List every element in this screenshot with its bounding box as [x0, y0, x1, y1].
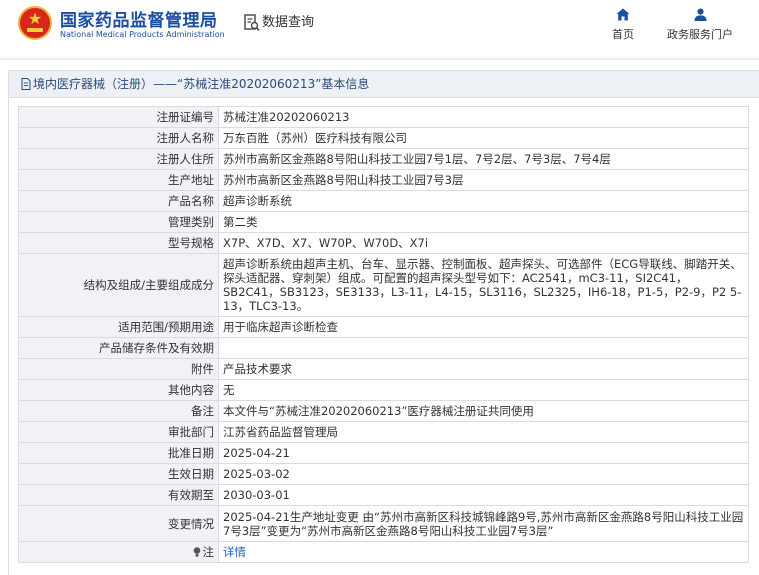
row-value: 本文件与“苏械注准20202060213”医疗器械注册证共同使用 [218, 400, 749, 422]
row-value: 2025-03-02 [218, 463, 749, 485]
bulb-icon [193, 547, 200, 557]
row-label: 注册人名称 [18, 127, 219, 149]
table-row: 审批部门 江苏省药品监督管理局 [18, 421, 749, 443]
table-row: 产品储存条件及有效期 [18, 337, 749, 359]
table-row: 注册人住所 苏州市高新区金燕路8号阳山科技工业园7号1层、7号2层、7号3层、7… [18, 148, 749, 170]
row-label: 型号规格 [18, 232, 219, 254]
site-header: 国家药品监督管理局 National Medical Products Admi… [0, 0, 759, 58]
row-label: 审批部门 [18, 421, 219, 443]
table-row: 备注 本文件与“苏械注准20202060213”医疗器械注册证共同使用 [18, 400, 749, 422]
row-value [218, 337, 749, 359]
row-label: 其他内容 [18, 379, 219, 401]
table-row: 结构及组成/主要组成成分 超声诊断系统由超声主机、台车、显示器、控制面板、超声探… [18, 253, 749, 317]
registration-info-table: 注册证编号 苏械注准20202060213 注册人名称 万东百胜（苏州）医疗科技… [18, 106, 749, 563]
table-row: 管理类别 第二类 [18, 211, 749, 233]
site-name-en: National Medical Products Administration [60, 30, 225, 39]
table-row: 其他内容 无 [18, 379, 749, 401]
user-icon [694, 8, 706, 21]
panel-title-bar: 境内医疗器械（注册）——“苏械注准20202060213”基本信息 [9, 71, 759, 98]
row-value: 2025-04-21 [218, 442, 749, 464]
data-search-label: 数据查询 [262, 15, 315, 30]
row-label: 生效日期 [18, 463, 219, 485]
row-value: 苏州市高新区金燕路8号阳山科技工业园7号3层 [218, 169, 749, 191]
table-row: 适用范围/预期用途 用于临床超声诊断检查 [18, 316, 749, 338]
row-label: 生产地址 [18, 169, 219, 191]
emblem-logo-icon [18, 6, 52, 40]
table-row: 变更情况 2025-04-21生产地址变更 由“苏州市高新区科技城锦峰路9号,苏… [18, 505, 749, 542]
nav-service-portal-label: 政务服务门户 [667, 28, 733, 41]
table-row: 生产地址 苏州市高新区金燕路8号阳山科技工业园7号3层 [18, 169, 749, 191]
panel-title: 境内医疗器械（注册）——“苏械注准20202060213”基本信息 [33, 77, 370, 91]
row-label: 有效期至 [18, 484, 219, 506]
row-label: 适用范围/预期用途 [18, 316, 219, 338]
table-row: 注册人名称 万东百胜（苏州）医疗科技有限公司 [18, 127, 749, 149]
nav-home-label: 首页 [612, 28, 634, 41]
note-value-cell: 详情 [218, 541, 749, 563]
row-label: 管理类别 [18, 211, 219, 233]
table-row: 产品名称 超声诊断系统 [18, 190, 749, 212]
row-value: 超声诊断系统 [218, 190, 749, 212]
row-value: 第二类 [218, 211, 749, 233]
table-row: 型号规格 X7P、X7D、X7、W70P、W70D、X7i [18, 232, 749, 254]
row-value: 超声诊断系统由超声主机、台车、显示器、控制面板、超声探头、可选部件（ECG导联线… [218, 253, 749, 317]
row-label: 产品名称 [18, 190, 219, 212]
row-value: 产品技术要求 [218, 358, 749, 380]
note-row: 注 详情 [18, 541, 749, 563]
row-value: X7P、X7D、X7、W70P、W70D、X7i [218, 232, 749, 254]
note-label: 注 [202, 545, 215, 559]
detail-link[interactable]: 详情 [223, 545, 246, 559]
row-label: 批准日期 [18, 442, 219, 464]
site-name-cn: 国家药品监督管理局 [60, 11, 218, 31]
table-row: 生效日期 2025-03-02 [18, 463, 749, 485]
row-value: 2030-03-01 [218, 484, 749, 506]
row-value: 苏州市高新区金燕路8号阳山科技工业园7号1层、7号2层、7号3层、7号4层 [218, 148, 749, 170]
note-label-cell: 注 [18, 541, 219, 563]
row-label: 附件 [18, 358, 219, 380]
nav-home[interactable]: 首页 [604, 8, 642, 42]
document-icon [21, 78, 31, 90]
table-row: 附件 产品技术要求 [18, 358, 749, 380]
row-value: 江苏省药品监督管理局 [218, 421, 749, 443]
document-search-icon [244, 14, 260, 32]
row-value: 苏械注准20202060213 [218, 106, 749, 128]
row-label: 产品储存条件及有效期 [18, 337, 219, 359]
table-row: 注册证编号 苏械注准20202060213 [18, 106, 749, 128]
home-icon [616, 8, 630, 21]
row-label: 注册人住所 [18, 148, 219, 170]
row-label: 变更情况 [18, 505, 219, 542]
nav-service-portal[interactable]: 政务服务门户 [660, 8, 740, 42]
row-value: 2025-04-21生产地址变更 由“苏州市高新区科技城锦峰路9号,苏州市高新区… [218, 505, 749, 542]
row-label: 备注 [18, 400, 219, 422]
table-row: 有效期至 2030-03-01 [18, 484, 749, 506]
row-value: 用于临床超声诊断检查 [218, 316, 749, 338]
row-label: 结构及组成/主要组成成分 [18, 253, 219, 317]
header-divider [0, 58, 759, 60]
row-value: 万东百胜（苏州）医疗科技有限公司 [218, 127, 749, 149]
row-value: 无 [218, 379, 749, 401]
row-label: 注册证编号 [18, 106, 219, 128]
table-row: 批准日期 2025-04-21 [18, 442, 749, 464]
